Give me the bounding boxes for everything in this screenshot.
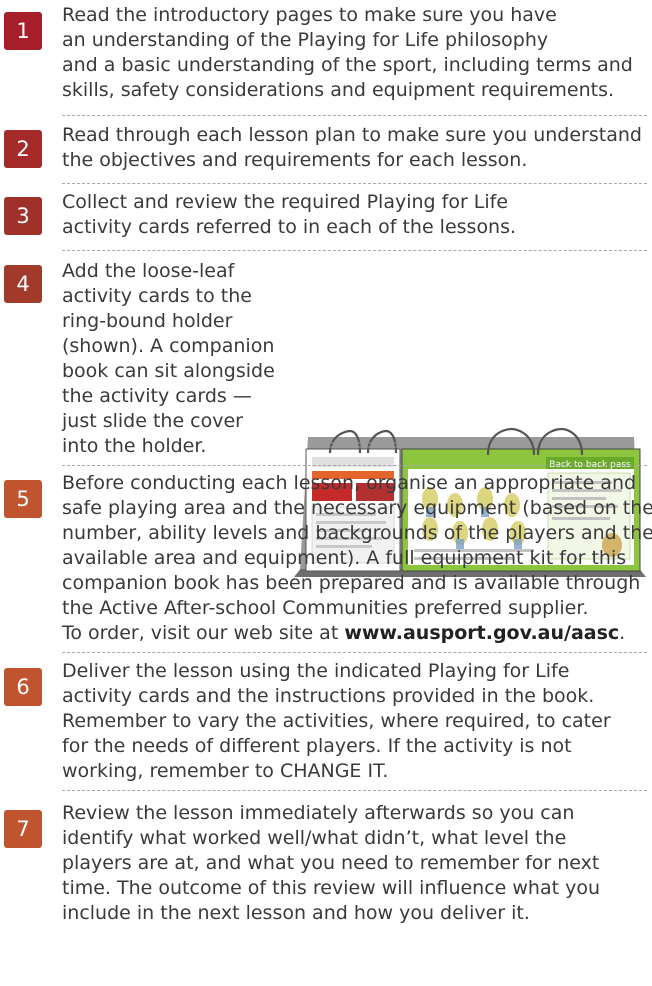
step-number-badge: 4 xyxy=(4,265,42,303)
step-line: safe playing area and the necessary equi… xyxy=(62,497,652,519)
divider xyxy=(62,183,647,184)
step-text: Read through each lesson plan to make su… xyxy=(62,123,652,173)
divider xyxy=(62,790,647,791)
step-number-badge: 2 xyxy=(4,130,42,168)
step-line: time. The outcome of this review will in… xyxy=(62,877,601,899)
step-line: Review the lesson immediately afterwards… xyxy=(62,802,575,824)
step-number-badge: 5 xyxy=(4,480,42,518)
step-line: identify what worked well/what didn’t, w… xyxy=(62,827,567,849)
step-text: Review the lesson immediately afterwards… xyxy=(62,801,652,926)
url-suffix: . xyxy=(619,622,626,644)
step-line: activity cards to the xyxy=(62,285,252,307)
step-line: players are at, and what you need to rem… xyxy=(62,852,600,874)
step-line: Add the loose-leaf xyxy=(62,260,235,282)
step-line: working, remember to CHANGE IT. xyxy=(62,760,389,782)
divider xyxy=(62,250,647,251)
step-line: book can sit alongside xyxy=(62,360,275,382)
divider xyxy=(62,652,647,653)
step-line: the Active After-school Communities pref… xyxy=(62,597,589,619)
divider xyxy=(62,115,647,116)
step-line: available area and equipment). A full eq… xyxy=(62,547,627,569)
step-line: Read the introductory pages to make sure… xyxy=(62,4,557,26)
step-line: the objectives and requirements for each… xyxy=(62,149,528,171)
step-line: an understanding of the Playing for Life… xyxy=(62,29,549,51)
step-line: number, ability levels and backgrounds o… xyxy=(62,522,652,544)
step-text: Collect and review the required Playing … xyxy=(62,190,652,240)
step-line-url: To order, visit our web site at www.ausp… xyxy=(62,621,652,646)
step-line: companion book has been prepared and is … xyxy=(62,572,641,594)
divider xyxy=(62,465,647,466)
step-line: activity cards and the instructions prov… xyxy=(62,685,595,707)
step-number-badge: 1 xyxy=(4,12,42,50)
step-text: Before conducting each lesson, organise … xyxy=(62,471,652,646)
step-line: (shown). A companion xyxy=(62,335,275,357)
website-link[interactable]: www.ausport.gov.au/aasc xyxy=(344,622,619,644)
step-line: Deliver the lesson using the indicated P… xyxy=(62,660,570,682)
step-line: include in the next lesson and how you d… xyxy=(62,902,530,924)
step-line: for the needs of different players. If t… xyxy=(62,735,572,757)
step-number-badge: 7 xyxy=(4,810,42,848)
step-line: ring-bound holder xyxy=(62,310,233,332)
step-text: Deliver the lesson using the indicated P… xyxy=(62,659,652,784)
url-prefix: To order, visit our web site at xyxy=(62,622,345,644)
step-line: Before conducting each lesson, organise … xyxy=(62,472,637,494)
step-line: Remember to vary the activities, where r… xyxy=(62,710,611,732)
step-line: Read through each lesson plan to make su… xyxy=(62,124,642,146)
step-line: the activity cards — xyxy=(62,385,252,407)
step-line: activity cards referred to in each of th… xyxy=(62,216,517,238)
step-number-badge: 3 xyxy=(4,197,42,235)
step-text: Read the introductory pages to make sure… xyxy=(62,3,652,103)
step-line: Collect and review the required Playing … xyxy=(62,191,509,213)
step-number-badge: 6 xyxy=(4,668,42,706)
step-line: skills, safety considerations and equipm… xyxy=(62,79,615,101)
step-line: and a basic understanding of the sport, … xyxy=(62,54,633,76)
